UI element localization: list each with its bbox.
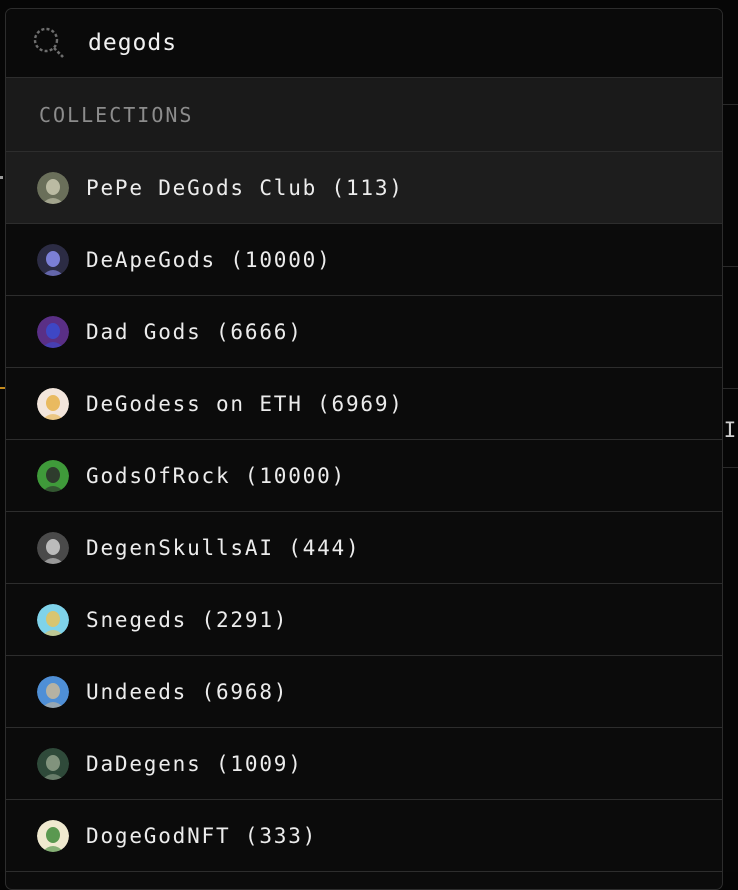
collection-result-label: Snegeds (2291) xyxy=(86,608,288,632)
collection-result-label: Dad Gods (6666) xyxy=(86,320,303,344)
collection-result-label: DaDegens (1009) xyxy=(86,752,303,776)
collection-avatar xyxy=(37,244,69,276)
collection-result-item[interactable]: GodsOfRock (10000) xyxy=(6,440,722,512)
collections-section-header: COLLECTIONS xyxy=(6,78,722,152)
collection-result-label: DeGodess on ETH (6969) xyxy=(86,392,404,416)
section-title: COLLECTIONS xyxy=(39,103,193,127)
background-divider xyxy=(722,467,738,468)
search-input[interactable] xyxy=(88,30,468,56)
collection-result-label: PePe DeGods Club (113) xyxy=(86,176,404,200)
collection-result-item[interactable]: Dad Gods (6666) xyxy=(6,296,722,368)
collection-avatar xyxy=(37,820,69,852)
collection-result-label: Undeeds (6968) xyxy=(86,680,288,704)
collection-avatar xyxy=(37,460,69,492)
search-icon xyxy=(30,24,68,62)
collection-result-item[interactable]: PePe DeGods Club (113) xyxy=(6,152,722,224)
collection-avatar xyxy=(37,748,69,780)
collection-result-item[interactable]: DeGodess on ETH (6969) xyxy=(6,368,722,440)
background-divider xyxy=(722,388,738,389)
collection-avatar xyxy=(37,604,69,636)
collection-avatar xyxy=(37,676,69,708)
collection-result-item[interactable]: DogeGodNFT (333) xyxy=(6,800,722,872)
collection-result-item[interactable]: Undeeds (6968) xyxy=(6,656,722,728)
collection-avatar xyxy=(37,532,69,564)
collection-result-label: DeApeGods (10000) xyxy=(86,248,332,272)
search-dropdown-panel: COLLECTIONS PePe DeGods Club (113) DeApeG… xyxy=(5,8,723,890)
collection-results-list: PePe DeGods Club (113) DeApeGods (10000) D… xyxy=(6,152,722,872)
collection-avatar xyxy=(37,388,69,420)
collection-result-item[interactable]: Snegeds (2291) xyxy=(6,584,722,656)
collection-result-item[interactable]: DegenSkullsAI (444) xyxy=(6,512,722,584)
collection-avatar xyxy=(37,316,69,348)
collection-avatar xyxy=(37,172,69,204)
background-column-text: I xyxy=(722,417,738,443)
collection-result-item[interactable]: DaDegens (1009) xyxy=(6,728,722,800)
background-divider xyxy=(722,104,738,105)
collection-result-item[interactable]: DeApeGods (10000) xyxy=(6,224,722,296)
collection-result-label: DegenSkullsAI (444) xyxy=(86,536,360,560)
background-divider xyxy=(722,266,738,267)
collection-result-label: DogeGodNFT (333) xyxy=(86,824,317,848)
collection-result-label: GodsOfRock (10000) xyxy=(86,464,346,488)
background-mark xyxy=(0,176,3,179)
search-bar[interactable] xyxy=(6,9,722,78)
